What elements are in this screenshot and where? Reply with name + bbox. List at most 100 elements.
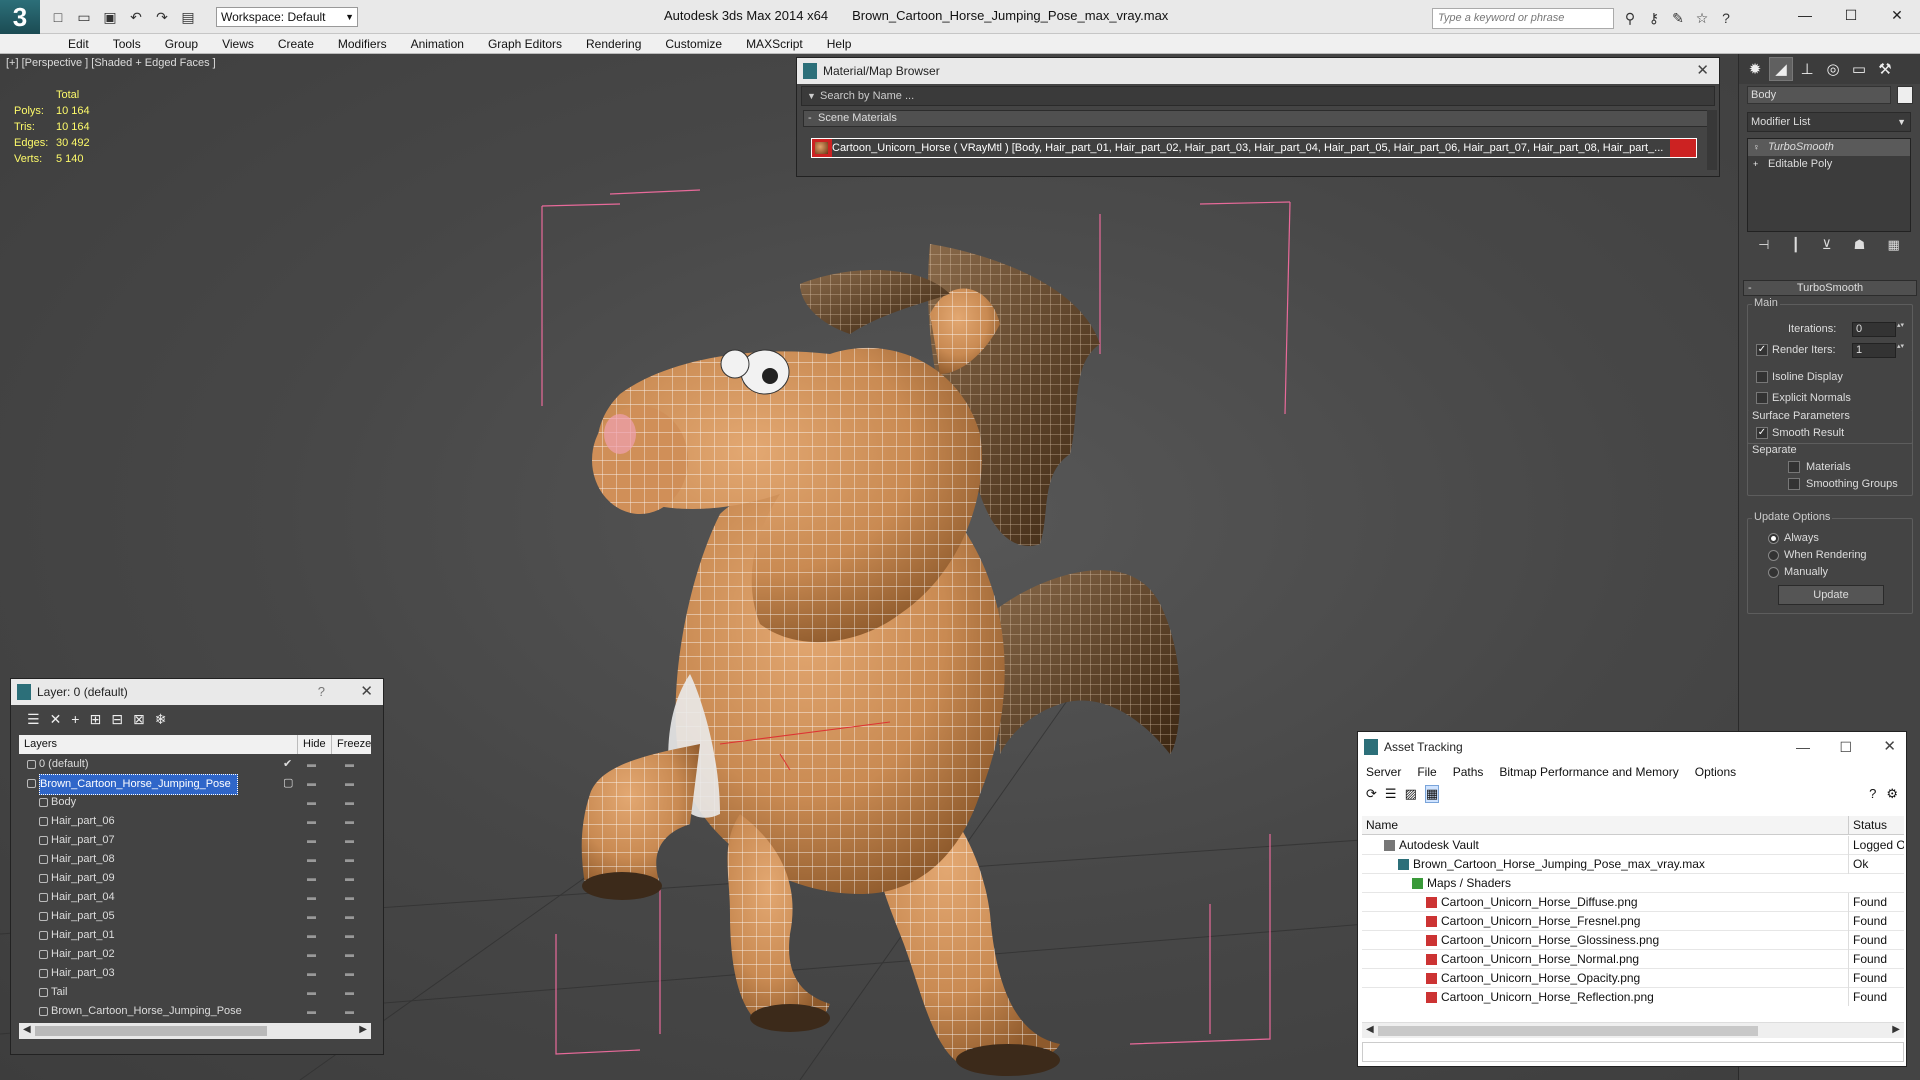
menu-item-tools[interactable]: Tools: [101, 34, 153, 54]
layer-row[interactable]: 0 (default) ✔ ▬ ▬: [19, 755, 371, 774]
minimize-icon[interactable]: —: [1796, 732, 1810, 762]
material-browser-titlebar[interactable]: Material/Map Browser ✕: [797, 58, 1719, 84]
material-item[interactable]: Cartoon_Unicorn_Horse ( VRayMtl ) [Body,…: [811, 138, 1697, 158]
thumbnail-view-icon[interactable]: ▨: [1405, 786, 1417, 802]
triangle-down-icon[interactable]: ▼: [807, 87, 816, 105]
hide-toggle-icon[interactable]: ▬: [307, 812, 321, 831]
asset-row[interactable]: Cartoon_Unicorn_Horse_Opacity.png Found: [1362, 969, 1904, 988]
freeze-toggle-icon[interactable]: ▬: [345, 1002, 359, 1021]
freeze-all-icon[interactable]: ❄: [155, 711, 167, 728]
table-view-icon[interactable]: ▦: [1424, 785, 1440, 803]
menu-item-create[interactable]: Create: [266, 34, 326, 54]
layer-row[interactable]: Hair_part_07 ▬ ▬: [19, 831, 371, 850]
scene-materials-section[interactable]: - Scene Materials: [803, 110, 1713, 127]
object-name-field[interactable]: Body: [1747, 86, 1891, 104]
make-unique-icon[interactable]: ⊻: [1822, 237, 1832, 253]
undo-icon[interactable]: ↶: [126, 7, 146, 27]
freeze-toggle-icon[interactable]: ▬: [345, 793, 359, 812]
open-file-icon[interactable]: ▭: [74, 7, 94, 27]
vertical-scrollbar[interactable]: [1707, 110, 1717, 170]
asset-menu-server[interactable]: Server: [1366, 762, 1401, 782]
expand-icon[interactable]: +: [1753, 160, 1762, 169]
freeze-toggle-icon[interactable]: ▬: [345, 755, 359, 774]
asset-menu-paths[interactable]: Paths: [1453, 762, 1484, 782]
active-layer-check-icon[interactable]: ✔: [283, 755, 292, 774]
layer-row[interactable]: Tail ▬ ▬: [19, 983, 371, 1002]
asset-row[interactable]: Cartoon_Unicorn_Horse_Normal.png Found: [1362, 950, 1904, 969]
freeze-toggle-icon[interactable]: ▬: [345, 850, 359, 869]
layer-row[interactable]: Hair_part_05 ▬ ▬: [19, 907, 371, 926]
layer-row[interactable]: Brown_Cartoon_Horse_Jumping_Pose ▢ ▬ ▬: [19, 774, 371, 795]
horizontal-scrollbar[interactable]: ◀ ▶: [19, 1023, 371, 1039]
minimize-icon[interactable]: —: [1782, 0, 1828, 30]
hide-toggle-icon[interactable]: ▬: [307, 793, 321, 812]
menu-item-maxscript[interactable]: MAXScript: [734, 34, 815, 54]
hide-toggle-icon[interactable]: ▬: [307, 945, 321, 964]
always-radio[interactable]: [1768, 533, 1779, 544]
manually-radio[interactable]: [1768, 567, 1779, 578]
display-tab-icon[interactable]: ▭: [1847, 57, 1871, 81]
layer-row[interactable]: Hair_part_06 ▬ ▬: [19, 812, 371, 831]
layers-icon[interactable]: ☰: [27, 711, 40, 728]
lightbulb-icon[interactable]: ♀: [1753, 143, 1762, 152]
remove-modifier-icon[interactable]: ☗: [1854, 237, 1866, 253]
help-icon[interactable]: ?: [1716, 8, 1736, 28]
stack-item-turbosmooth[interactable]: ♀ TurboSmooth: [1748, 139, 1910, 156]
asset-menu-file[interactable]: File: [1417, 762, 1436, 782]
delete-icon[interactable]: ✕: [50, 711, 62, 728]
star-icon[interactable]: ☆: [1692, 8, 1712, 28]
asset-row[interactable]: Cartoon_Unicorn_Horse_Diffuse.png Found: [1362, 893, 1904, 912]
workspace-select[interactable]: Workspace: Default ▼: [216, 7, 358, 27]
show-end-result-icon[interactable]: ┃: [1792, 237, 1800, 253]
hide-toggle-icon[interactable]: ▬: [307, 831, 321, 850]
hide-toggle-icon[interactable]: ▬: [307, 774, 321, 793]
connect-icon[interactable]: ✎: [1668, 8, 1688, 28]
new-file-icon[interactable]: □: [48, 7, 68, 27]
asset-row[interactable]: Cartoon_Unicorn_Horse_Fresnel.png Found: [1362, 912, 1904, 931]
smoothing-groups-checkbox[interactable]: [1788, 478, 1800, 490]
pin-stack-icon[interactable]: ⊣: [1758, 237, 1769, 253]
layer-row[interactable]: Hair_part_02 ▬ ▬: [19, 945, 371, 964]
help-icon[interactable]: ?: [318, 679, 325, 705]
freeze-toggle-icon[interactable]: ▬: [345, 812, 359, 831]
asset-row[interactable]: Autodesk Vault Logged Out: [1362, 836, 1904, 855]
horizontal-scrollbar[interactable]: ◀ ▶: [1362, 1022, 1904, 1038]
arrow-left-icon[interactable]: ◀: [1366, 1024, 1374, 1035]
select-objects-icon[interactable]: ⊞: [89, 711, 101, 728]
asset-row[interactable]: Brown_Cartoon_Horse_Jumping_Pose_max_vra…: [1362, 855, 1904, 874]
layer-row[interactable]: Body ▬ ▬: [19, 793, 371, 812]
hierarchy-tab-icon[interactable]: ⊥: [1795, 57, 1819, 81]
hold-icon[interactable]: ▤: [178, 7, 198, 27]
freeze-toggle-icon[interactable]: ▬: [345, 945, 359, 964]
app-logo-icon[interactable]: 3: [0, 0, 40, 34]
configure-sets-icon[interactable]: ▦: [1888, 237, 1900, 253]
asset-menu-bitmap-performance-and-memory[interactable]: Bitmap Performance and Memory: [1499, 762, 1678, 782]
freeze-toggle-icon[interactable]: ▬: [345, 964, 359, 983]
help-icon[interactable]: ?: [1869, 786, 1876, 802]
menu-item-help[interactable]: Help: [815, 34, 864, 54]
settings-icon[interactable]: ⚙: [1886, 786, 1898, 802]
maximize-icon[interactable]: ☐: [1828, 0, 1874, 30]
close-icon[interactable]: ✕: [1874, 0, 1920, 30]
freeze-toggle-icon[interactable]: ▬: [345, 983, 359, 1002]
motion-tab-icon[interactable]: ◎: [1821, 57, 1845, 81]
key-icon[interactable]: ⚷: [1644, 8, 1664, 28]
save-icon[interactable]: ▣: [100, 7, 120, 27]
asset-menu-options[interactable]: Options: [1695, 762, 1736, 782]
arrow-right-icon[interactable]: ▶: [1892, 1024, 1900, 1035]
menu-item-animation[interactable]: Animation: [399, 34, 476, 54]
menu-item-group[interactable]: Group: [153, 34, 210, 54]
highlight-icon[interactable]: ⊟: [111, 711, 123, 728]
hide-all-icon[interactable]: ⊠: [133, 711, 145, 728]
when-rendering-radio[interactable]: [1768, 550, 1779, 561]
hide-toggle-icon[interactable]: ▬: [307, 850, 321, 869]
add-icon[interactable]: +: [71, 711, 79, 727]
render-iters-spinner[interactable]: 1: [1852, 343, 1905, 358]
utilities-tab-icon[interactable]: ⚒: [1873, 57, 1897, 81]
arrow-left-icon[interactable]: ◀: [23, 1024, 31, 1035]
freeze-toggle-icon[interactable]: ▬: [345, 926, 359, 945]
menu-item-edit[interactable]: Edit: [56, 34, 101, 54]
hide-toggle-icon[interactable]: ▬: [307, 1002, 321, 1021]
hide-toggle-icon[interactable]: ▬: [307, 888, 321, 907]
hide-toggle-icon[interactable]: ▬: [307, 755, 321, 774]
